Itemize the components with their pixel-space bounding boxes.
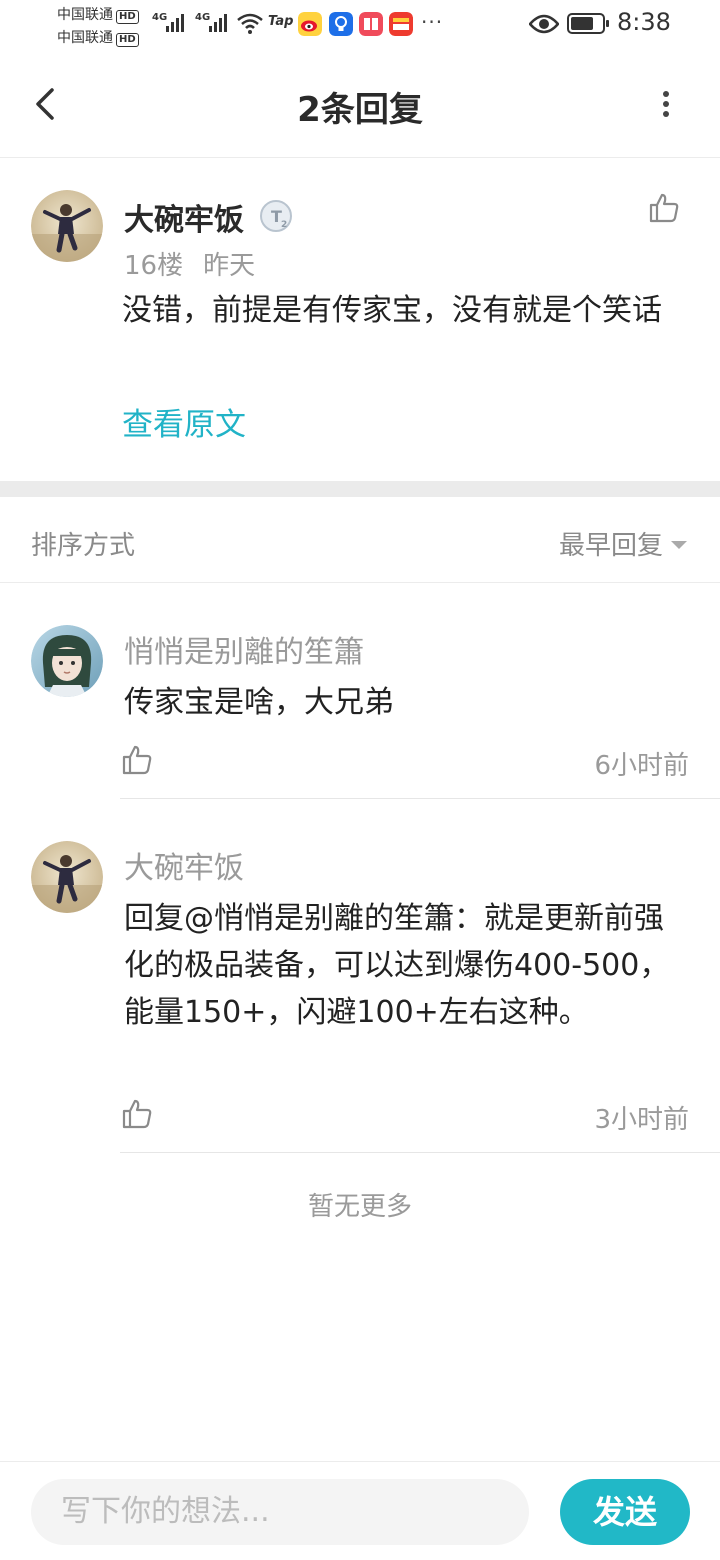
- sort-label: 排序方式: [31, 531, 136, 561]
- eye-icon: [529, 14, 559, 34]
- bulb-app-icon: [329, 12, 353, 36]
- comment-content: 没错，前提是有传家宝，没有就是个笑话: [122, 293, 662, 328]
- reply-prefix: 回复: [124, 901, 184, 936]
- page-title: 2条回复: [297, 90, 423, 130]
- avatar[interactable]: [31, 625, 103, 697]
- wallet-app-icon: [389, 12, 413, 36]
- sort-bar: 排序方式 最早回复: [0, 497, 720, 583]
- reply-content: 传家宝是啥，大兄弟: [124, 685, 394, 720]
- comment-input[interactable]: 写下你的想法...: [31, 1479, 529, 1545]
- top-nav-bar: 2条回复: [0, 52, 720, 158]
- status-bar: 中国联通 HD 中国联通 HD 4G 4G Tap ··· 8:38: [0, 0, 720, 52]
- sort-value: 最早回复: [558, 531, 663, 561]
- hd-badge-2: HD: [116, 33, 139, 47]
- carrier-1: 中国联通 HD: [57, 4, 139, 24]
- battery-level: [571, 17, 593, 30]
- reply-item: 大碗牢饭 回复@悄悄是别離的笙簫：就是更新前强化的极品装备，可以达到爆伤400-…: [0, 799, 720, 1153]
- section-divider: [0, 481, 720, 497]
- taptap-icon: Tap: [268, 14, 294, 29]
- svg-text:2: 2: [281, 220, 287, 230]
- reply-divider: [120, 1152, 720, 1153]
- comment-time: 昨天: [203, 251, 256, 281]
- signal-icon: [166, 14, 184, 32]
- mention-link[interactable]: @悄悄是别離的笙簫: [184, 901, 454, 936]
- carrier-1-label: 中国联通: [57, 7, 113, 23]
- comment-author[interactable]: 大碗牢饭: [124, 195, 244, 239]
- wifi-icon: [237, 13, 263, 34]
- reply-item: 悄悄是别離的笙簫 传家宝是啥，大兄弟 6小时前: [0, 583, 720, 799]
- network-type-2: 4G: [195, 12, 211, 23]
- no-more-label: 暂无更多: [307, 1192, 412, 1222]
- carrier-2: 中国联通 HD: [57, 27, 139, 47]
- floor-number: 16楼: [124, 251, 184, 281]
- carrier-2-label: 中国联通: [57, 30, 113, 46]
- network-type-1: 4G: [152, 12, 168, 23]
- caret-down-icon: [671, 540, 687, 549]
- hd-badge-1: HD: [116, 10, 139, 24]
- comment-meta: 16楼 昨天: [124, 245, 255, 282]
- more-notifications-icon: ···: [421, 10, 444, 34]
- original-comment: 大碗牢饭 T 2 16楼 昨天 没错，前提是有传家宝，没有就是个笑话 查看原文: [0, 159, 720, 481]
- level-badge-icon: T 2: [260, 200, 292, 232]
- send-button[interactable]: 发送: [560, 1479, 690, 1545]
- more-options-icon[interactable]: [650, 82, 682, 126]
- reply-content: 回复@悄悄是别離的笙簫：就是更新前强化的极品装备，可以达到爆伤400-500，能…: [124, 895, 690, 1036]
- avatar[interactable]: [31, 190, 103, 262]
- battery-icon: [567, 13, 609, 34]
- reply-author[interactable]: 大碗牢饭: [124, 843, 244, 887]
- reply-author[interactable]: 悄悄是别離的笙簫: [124, 627, 364, 671]
- sort-dropdown[interactable]: 最早回复: [559, 525, 687, 562]
- reply-time: 3小时前: [594, 1105, 689, 1135]
- comment-composer: 写下你的想法... 发送: [0, 1461, 720, 1560]
- thumbs-up-icon[interactable]: [120, 743, 154, 777]
- thumbs-up-icon[interactable]: [647, 191, 681, 225]
- view-original-link[interactable]: 查看原文: [122, 399, 246, 444]
- reply-time: 6小时前: [594, 751, 689, 781]
- weibo-icon: [298, 12, 322, 36]
- avatar[interactable]: [31, 841, 103, 913]
- signal-icon: [209, 14, 227, 32]
- book-app-icon: [359, 12, 383, 36]
- status-time: 8:38: [617, 8, 671, 36]
- thumbs-up-icon[interactable]: [120, 1097, 154, 1131]
